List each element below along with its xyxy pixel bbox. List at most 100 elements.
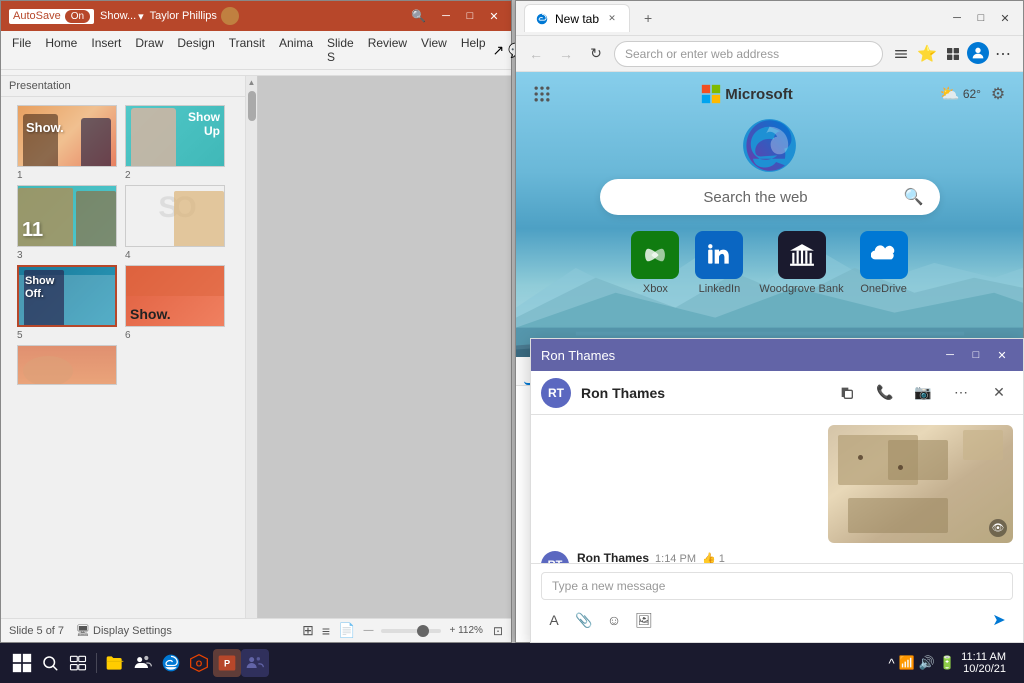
- search-button-icon[interactable]: 🔍: [904, 187, 924, 207]
- teams-attachment-icon[interactable]: 📎: [571, 607, 597, 633]
- taskbar-explorer-icon[interactable]: [101, 649, 129, 677]
- menu-draw[interactable]: Draw: [128, 33, 170, 67]
- fit-slide-icon[interactable]: ⊡: [493, 624, 503, 638]
- favorites-icon[interactable]: ⭐: [915, 42, 939, 66]
- taskbar-office-icon[interactable]: O: [185, 649, 213, 677]
- grid-view-icon[interactable]: ⊞: [302, 622, 314, 639]
- taskbar-search-button[interactable]: [36, 649, 64, 677]
- extensions-icon[interactable]: [889, 42, 913, 66]
- teams-close-button[interactable]: ✕: [991, 344, 1013, 366]
- new-tab-button[interactable]: +: [636, 6, 660, 30]
- microsoft-logo-icon: [701, 84, 721, 104]
- temperature: 62°: [963, 87, 981, 101]
- settings-menu-icon[interactable]: ⋯: [991, 42, 1015, 66]
- image-view-icon[interactable]: 👁: [989, 519, 1007, 537]
- menu-transit[interactable]: Transit: [222, 33, 272, 67]
- teams-minimize-button[interactable]: ─: [939, 344, 961, 366]
- browser-close-button[interactable]: ✕: [995, 8, 1015, 28]
- settings-gear-icon[interactable]: ⚙: [987, 83, 1009, 105]
- edge-ui-overlay: Microsoft ⛅ 62° ⚙: [516, 72, 1023, 321]
- forward-button[interactable]: →: [554, 42, 578, 66]
- close-button[interactable]: ✕: [485, 7, 503, 25]
- slide-item-2[interactable]: ShowUp 2: [125, 105, 225, 167]
- browser-maximize-button[interactable]: □: [971, 8, 991, 28]
- task-view-button[interactable]: [64, 649, 92, 677]
- taskbar-powerpoint-active-icon[interactable]: P: [213, 649, 241, 677]
- search-box[interactable]: Search the web 🔍: [600, 179, 940, 215]
- teams-send-button[interactable]: ➤: [985, 606, 1013, 634]
- clock-area[interactable]: 11:11 AM 10/20/21: [961, 651, 1006, 675]
- battery-icon[interactable]: 🔋: [939, 655, 955, 671]
- teams-restore-button[interactable]: □: [965, 344, 987, 366]
- browser-tab-newtab[interactable]: New tab ✕: [524, 4, 630, 32]
- display-settings[interactable]: 🖥 Display Settings: [76, 624, 172, 637]
- scroll-up-arrow[interactable]: ▲: [248, 78, 256, 87]
- menu-insert[interactable]: Insert: [84, 33, 128, 67]
- show-desktop-button[interactable]: [1012, 648, 1016, 678]
- collections-icon[interactable]: [941, 42, 965, 66]
- slide5-text: ShowOff.: [25, 275, 54, 301]
- address-text: Search or enter web address: [625, 47, 779, 61]
- taskbar-system-tray: ^ 📶 🔊 🔋 11:11 AM 10/20/21: [888, 648, 1016, 678]
- volume-icon[interactable]: 🔊: [919, 655, 935, 671]
- tab-close-button[interactable]: ✕: [605, 12, 619, 26]
- taskbar-edge-icon[interactable]: [157, 649, 185, 677]
- monitor-icon: 🖥: [76, 624, 90, 637]
- address-bar[interactable]: Search or enter web address: [614, 41, 883, 67]
- menu-file[interactable]: File: [5, 33, 38, 67]
- shortcut-xbox[interactable]: Xbox: [631, 231, 679, 295]
- user-avatar[interactable]: [221, 7, 239, 25]
- start-button[interactable]: [8, 649, 36, 677]
- menu-review[interactable]: Review: [361, 33, 414, 67]
- powerpoint-icon: P: [217, 653, 237, 673]
- browser-minimize-button[interactable]: ─: [947, 8, 967, 28]
- menu-help[interactable]: Help: [454, 33, 493, 67]
- taskbar-teams-icon[interactable]: [129, 649, 157, 677]
- zoom-slider[interactable]: [381, 629, 441, 633]
- menu-home[interactable]: Home: [38, 33, 84, 67]
- share-icon[interactable]: ↗: [493, 42, 505, 59]
- weather-widget[interactable]: ⛅ 62°: [940, 84, 981, 104]
- slide-item-1[interactable]: Show. 1: [17, 105, 117, 167]
- search-icon[interactable]: 🔍: [406, 7, 431, 25]
- apps-grid-icon[interactable]: [530, 82, 554, 106]
- slide-item-5[interactable]: ShowOff. 5: [17, 265, 117, 327]
- minimize-button[interactable]: ─: [437, 7, 455, 25]
- teams-copy-icon[interactable]: [833, 379, 861, 407]
- taskbar-teams-active-icon[interactable]: [241, 649, 269, 677]
- slide-panel: Presentation Show.: [1, 76, 246, 618]
- notes-view-icon[interactable]: 📄: [338, 622, 355, 639]
- teams-close-chat-icon[interactable]: ✕: [985, 379, 1013, 407]
- outline-view-icon[interactable]: ≡: [322, 623, 330, 639]
- wifi-icon[interactable]: 📶: [899, 655, 915, 671]
- back-button[interactable]: ←: [524, 42, 548, 66]
- teams-call-icon[interactable]: 📞: [871, 379, 899, 407]
- teams-sticker-icon[interactable]: 🖼: [631, 607, 657, 633]
- maximize-button[interactable]: □: [461, 7, 479, 25]
- shortcut-linkedin[interactable]: LinkedIn: [695, 231, 743, 295]
- user-avatar-browser[interactable]: [967, 42, 989, 64]
- show-dropdown[interactable]: Show... ▾: [100, 10, 144, 23]
- slide-item-6[interactable]: Show. 6: [125, 265, 225, 327]
- teams-video-icon[interactable]: 📷: [909, 379, 937, 407]
- teams-emoji-icon[interactable]: ☺: [601, 607, 627, 633]
- menu-view[interactable]: View: [414, 33, 454, 67]
- teams-more-icon[interactable]: ⋯: [947, 379, 975, 407]
- menu-slides[interactable]: Slide S: [320, 33, 361, 67]
- teams-format-icon[interactable]: A: [541, 607, 567, 633]
- network-icon[interactable]: ^: [888, 656, 894, 671]
- shortcut-woodgrove[interactable]: Woodgrove Bank: [759, 231, 843, 295]
- slides-panel[interactable]: Show. 1 ShowUp 2: [1, 97, 245, 618]
- shortcut-onedrive[interactable]: OneDrive: [860, 231, 908, 295]
- refresh-button[interactable]: ↻: [584, 42, 608, 66]
- teams-message-input[interactable]: Type a new message: [541, 572, 1013, 600]
- menu-anima[interactable]: Anima: [272, 33, 320, 67]
- autosave-state: On: [65, 10, 90, 23]
- slide-item-7[interactable]: [17, 345, 117, 385]
- slides-scrollbar[interactable]: ▲: [246, 76, 258, 618]
- slide-item-3[interactable]: 11 3: [17, 185, 117, 247]
- autosave-toggle[interactable]: AutoSave On: [9, 9, 94, 24]
- scroll-thumb[interactable]: [248, 91, 256, 121]
- menu-design[interactable]: Design: [170, 33, 221, 67]
- slide-item-4[interactable]: SO 4: [125, 185, 225, 247]
